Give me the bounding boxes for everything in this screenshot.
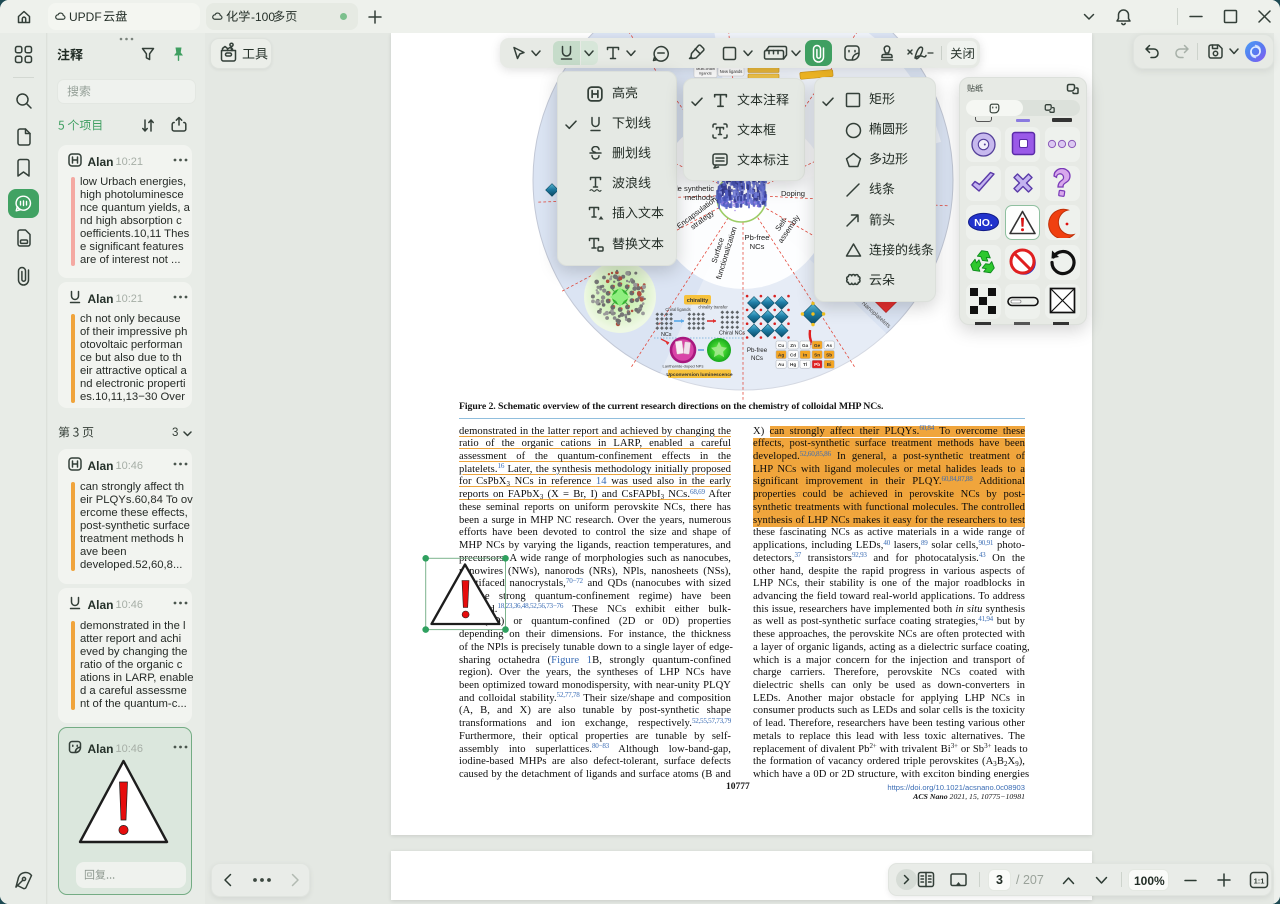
svg-text:chirality transfer: chirality transfer xyxy=(698,305,728,310)
svg-text:Hg: Hg xyxy=(790,362,796,367)
svg-text:Ag: Ag xyxy=(778,352,784,357)
svg-text:Upconversion luminescence: Upconversion luminescence xyxy=(666,372,733,378)
svg-text:Cd: Cd xyxy=(790,352,796,357)
svg-text:Zn: Zn xyxy=(790,343,796,348)
svg-text:Sn: Sn xyxy=(814,352,820,357)
svg-text:In: In xyxy=(803,352,807,357)
svg-text:New ligands: New ligands xyxy=(720,69,743,74)
svg-text:Cu: Cu xyxy=(778,343,784,348)
svg-text:NO.: NO. xyxy=(974,217,993,229)
svg-text:Bi: Bi xyxy=(827,362,832,367)
svg-text:chirality: chirality xyxy=(687,298,709,304)
svg-text:1:1: 1:1 xyxy=(1254,877,1265,886)
svg-text:NCs: NCs xyxy=(750,242,765,251)
svg-text:As: As xyxy=(826,343,832,348)
svg-text:Doping: Doping xyxy=(781,189,805,198)
svg-text:Pb: Pb xyxy=(814,362,820,367)
svg-text:Sb: Sb xyxy=(826,352,832,357)
svg-text:Chiral NCs: Chiral NCs xyxy=(719,331,745,337)
svg-text:Au: Au xyxy=(778,362,784,367)
svg-text:ligands: ligands xyxy=(699,71,711,76)
svg-text:le synthetic: le synthetic xyxy=(676,184,714,193)
svg-text:Ga: Ga xyxy=(802,343,809,348)
svg-text:Ge: Ge xyxy=(814,343,821,348)
svg-text:Chiral ligands: Chiral ligands xyxy=(665,307,690,312)
svg-text:NCs: NCs xyxy=(751,355,763,362)
svg-text:Pb-free: Pb-free xyxy=(745,233,770,242)
svg-text:Pb-free: Pb-free xyxy=(747,347,768,354)
svg-text:NCs: NCs xyxy=(661,332,672,338)
svg-text:Lanthanide-doped NPs: Lanthanide-doped NPs xyxy=(663,364,704,369)
svg-text:Tl: Tl xyxy=(803,362,807,367)
